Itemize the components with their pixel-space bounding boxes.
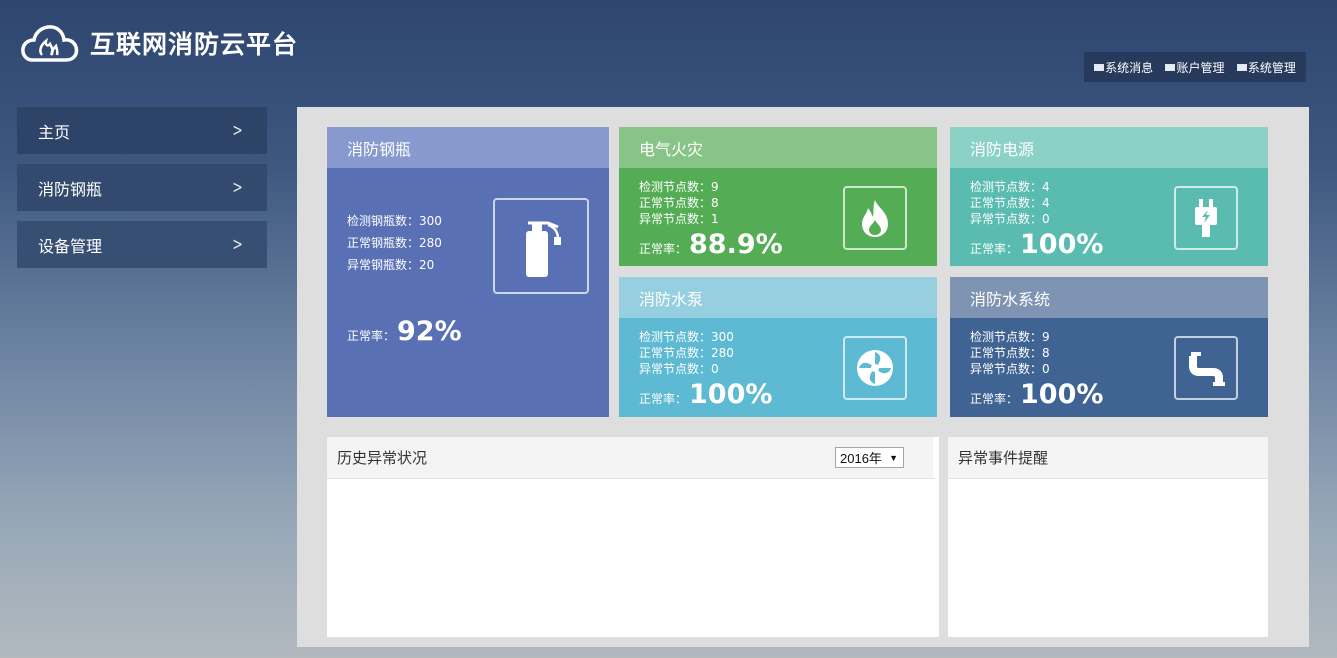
- card-body: 检测节点数：9 正常节点数：8 异常节点数：1 正常率： 88.9%: [619, 168, 937, 266]
- fire-extinguisher-icon: [493, 198, 589, 294]
- rate-value: 100%: [1020, 379, 1104, 410]
- card-fire-power[interactable]: 消防电源 检测节点数：4 正常节点数：4 异常节点数：0 正常率： 100%: [950, 127, 1268, 266]
- card-title: 消防水系统: [950, 277, 1268, 318]
- card-title: 消防水泵: [619, 277, 937, 318]
- rate-value: 88.9%: [689, 229, 783, 260]
- sidebar-item-home[interactable]: 主页 >: [17, 107, 267, 154]
- sidebar: 主页 > 消防钢瓶 > 设备管理 >: [17, 107, 267, 278]
- chevron-right-icon: >: [232, 234, 243, 255]
- panel-title: 异常事件提醒: [948, 437, 1268, 479]
- fan-icon: [843, 336, 907, 400]
- rate-label: 正常率：: [970, 392, 1019, 406]
- year-select[interactable]: 2016年 ▼: [835, 447, 904, 468]
- card-fire-cylinder[interactable]: 消防钢瓶 检测钢瓶数：300 正常钢瓶数：280 异常钢瓶数：20 正常率： 9…: [327, 127, 609, 417]
- cloud-logo-icon: [21, 25, 79, 62]
- card-title: 消防钢瓶: [327, 127, 609, 168]
- plug-icon: [1174, 186, 1238, 250]
- system-management-label: 系统管理: [1247, 60, 1296, 75]
- system-messages-link[interactable]: 系统消息: [1094, 59, 1153, 76]
- sidebar-item-label: 主页: [38, 122, 71, 142]
- history-panel: 历史异常状况 2016年 ▼: [327, 437, 939, 637]
- sidebar-item-label: 设备管理: [38, 236, 103, 256]
- card-fire-water-system[interactable]: 消防水系统 检测节点数：9 正常节点数：8 异常节点数：0 正常率： 100%: [950, 277, 1268, 417]
- mail-icon: [1236, 63, 1247, 71]
- sidebar-item-cylinders[interactable]: 消防钢瓶 >: [17, 164, 267, 211]
- card-body: 检测钢瓶数：300 正常钢瓶数：280 异常钢瓶数：20 正常率： 92%: [327, 168, 609, 358]
- rate-value: 92%: [397, 316, 462, 347]
- top-nav: 系统消息 账户管理 系统管理: [1084, 52, 1306, 82]
- rate-label: 正常率：: [347, 329, 396, 343]
- pipe-icon: [1174, 336, 1238, 400]
- system-messages-label: 系统消息: [1105, 60, 1154, 75]
- rate-line: 正常率： 92%: [347, 316, 589, 347]
- chevron-right-icon: >: [232, 120, 243, 141]
- app-title: 互联网消防云平台: [90, 30, 299, 59]
- sidebar-item-label: 消防钢瓶: [38, 179, 103, 199]
- chevron-right-icon: >: [232, 177, 243, 198]
- dropdown-arrow-icon: ▼: [889, 452, 898, 463]
- card-body: 检测节点数：300 正常节点数：280 异常节点数：0 正常率： 100%: [619, 318, 937, 417]
- rate-label: 正常率：: [970, 242, 1019, 256]
- mail-icon: [1094, 63, 1105, 71]
- card-electrical-fire[interactable]: 电气火灾 检测节点数：9 正常节点数：8 异常节点数：1 正常率： 88.9%: [619, 127, 937, 266]
- account-management-label: 账户管理: [1176, 60, 1225, 75]
- year-select-value: 2016年: [840, 451, 882, 466]
- mail-icon: [1165, 63, 1176, 71]
- card-title: 电气火灾: [619, 127, 937, 168]
- system-management-link[interactable]: 系统管理: [1236, 59, 1296, 76]
- rate-value: 100%: [689, 379, 773, 410]
- rate-label: 正常率：: [639, 242, 688, 256]
- card-title: 消防电源: [950, 127, 1268, 168]
- account-management-link[interactable]: 账户管理: [1165, 59, 1225, 76]
- card-body: 检测节点数：4 正常节点数：4 异常节点数：0 正常率： 100%: [950, 168, 1268, 266]
- rate-value: 100%: [1020, 229, 1104, 260]
- card-fire-pump[interactable]: 消防水泵 检测节点数：300 正常节点数：280 异常节点数：0 正常率： 10…: [619, 277, 937, 417]
- sidebar-item-devices[interactable]: 设备管理 >: [17, 221, 267, 268]
- main-content: 消防钢瓶 检测钢瓶数：300 正常钢瓶数：280 异常钢瓶数：20 正常率： 9…: [297, 107, 1309, 647]
- alerts-panel: 异常事件提醒: [948, 437, 1268, 637]
- card-body: 检测节点数：9 正常节点数：8 异常节点数：0 正常率： 100%: [950, 318, 1268, 417]
- rate-label: 正常率：: [639, 392, 688, 406]
- app-logo: 互联网消防云平台: [18, 22, 298, 64]
- flame-icon: [843, 186, 907, 250]
